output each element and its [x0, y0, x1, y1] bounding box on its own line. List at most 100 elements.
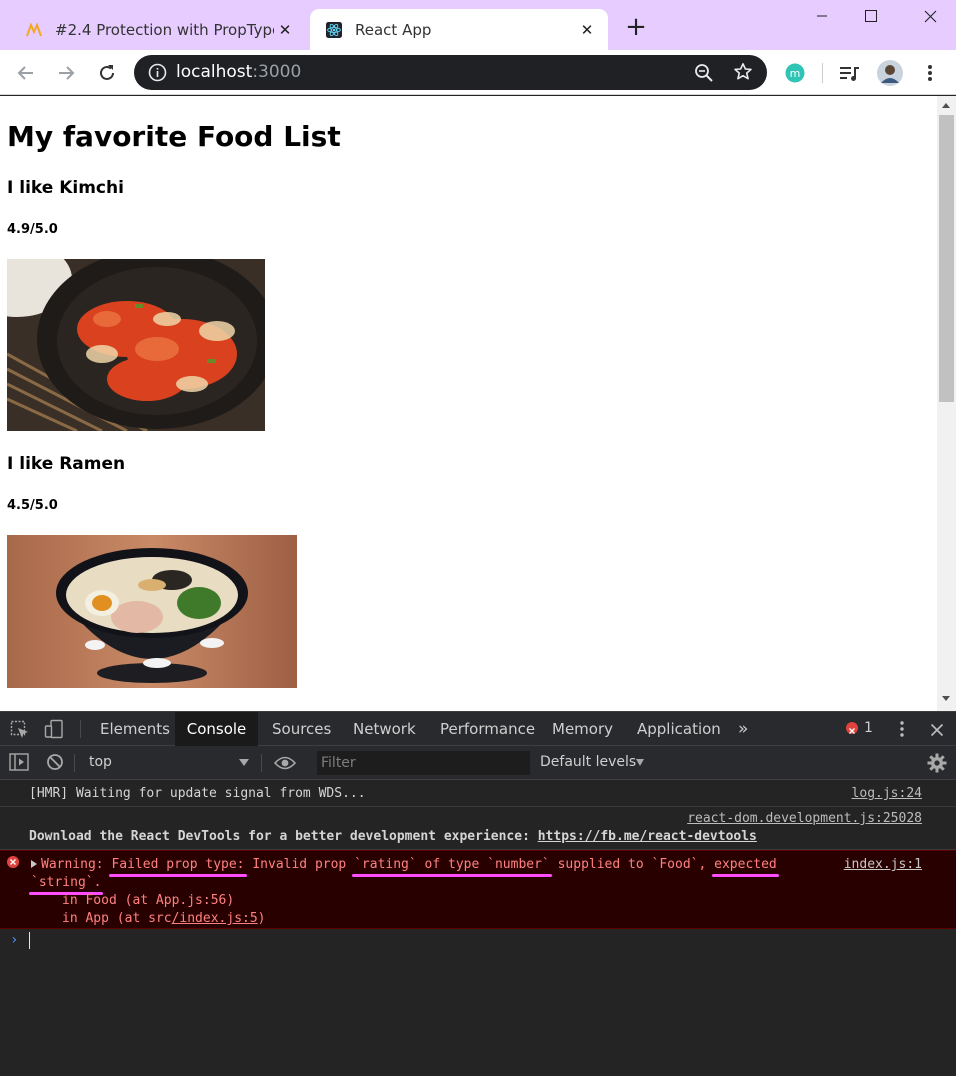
devtools-tab-bar: Elements Console Sources Network Perform… — [0, 712, 956, 746]
error-text-line1: Warning: Failed prop type: Invalid prop … — [41, 857, 777, 872]
back-button[interactable] — [12, 59, 40, 87]
close-icon[interactable]: ✕ — [274, 19, 296, 41]
scrollbar-thumb[interactable] — [939, 115, 954, 402]
tab-divider — [80, 720, 81, 738]
tab-sources[interactable]: Sources — [272, 712, 331, 746]
tab-performance[interactable]: Performance — [440, 712, 535, 746]
new-tab-button[interactable]: + — [622, 14, 650, 42]
kebab-menu-icon — [928, 65, 932, 81]
scroll-up-arrow[interactable] — [942, 103, 950, 108]
svg-text:m: m — [790, 67, 801, 80]
maximize-icon — [865, 10, 877, 22]
reload-button[interactable] — [93, 59, 121, 87]
console-input-caret[interactable] — [29, 932, 30, 949]
source-link[interactable]: react-dom.development.js:25028 — [687, 811, 922, 826]
chevron-down-icon — [239, 759, 249, 766]
close-icon[interactable] — [930, 722, 944, 741]
kimchi-image — [7, 259, 265, 431]
avatar-icon — [877, 60, 903, 86]
expand-arrow-icon[interactable] — [31, 860, 37, 868]
page-scrollbar[interactable] — [937, 96, 956, 711]
highlight-expected: expected — [714, 857, 777, 872]
tab-memory[interactable]: Memory — [552, 712, 613, 746]
arrow-right-icon — [59, 66, 75, 80]
console-toolbar: top Default levels — [0, 746, 956, 780]
food-name: I like Kimchi — [7, 178, 124, 198]
scroll-down-arrow[interactable] — [942, 696, 950, 701]
profile-avatar[interactable] — [876, 59, 904, 87]
highlight-string: `string`. — [31, 875, 102, 890]
toolbar-divider — [822, 63, 823, 83]
playlist-icon — [840, 67, 859, 81]
gear-icon[interactable] — [927, 753, 947, 777]
toolbar-divider — [261, 754, 262, 772]
extension-m-icon: m — [785, 63, 805, 83]
tab-network[interactable]: Network — [353, 712, 416, 746]
filter-input[interactable] — [317, 751, 530, 775]
context-selector[interactable]: top — [89, 753, 251, 773]
chevron-down-icon — [636, 759, 644, 766]
error-text-line2: `string`. — [31, 875, 101, 890]
url-text[interactable]: localhost:3000 — [176, 62, 301, 82]
info-icon[interactable] — [148, 63, 167, 86]
clear-console-icon[interactable] — [46, 753, 64, 775]
toolbar-divider — [74, 754, 75, 772]
close-icon[interactable]: ✕ — [576, 19, 598, 41]
devtools-menu-icon[interactable] — [895, 720, 909, 742]
console-message-text: Download the React DevTools for a better… — [29, 829, 757, 844]
react-logo-icon — [326, 21, 342, 38]
forward-button[interactable] — [52, 59, 80, 87]
tab-react-app[interactable]: React App ✕ — [310, 9, 608, 50]
stack-trace-line: in Food (at App.js:56) — [62, 893, 235, 908]
tab-console[interactable]: Console — [175, 712, 258, 746]
tab-protection-proptypes[interactable]: #2.4 Protection with PropTypes ✕ — [10, 9, 306, 50]
tab-title: React App — [355, 20, 432, 39]
minimize-icon — [817, 15, 827, 17]
browser-menu-button[interactable] — [916, 59, 944, 87]
warning-text: Invalid prop — [244, 857, 355, 872]
source-link[interactable]: index.js:1 — [844, 857, 922, 872]
warning-text: supplied to `Food`, — [549, 857, 715, 872]
more-tabs-button[interactable]: » — [738, 712, 748, 746]
tab-application[interactable]: Application — [637, 712, 721, 746]
error-count[interactable]: 1 — [864, 720, 873, 736]
page-title: My favorite Food List — [7, 120, 341, 153]
extension-button[interactable]: m — [781, 59, 809, 87]
close-icon — [924, 10, 936, 22]
url-port: :3000 — [252, 62, 302, 82]
page-viewport: My favorite Food List I like Kimchi 4.9/… — [0, 96, 937, 711]
live-expression-eye-icon[interactable] — [273, 755, 297, 775]
stack-text: in App (at src — [62, 911, 172, 926]
tab-title: #2.4 Protection with PropTypes — [55, 20, 274, 39]
bookmark-star-icon[interactable] — [733, 62, 753, 86]
console-message-devtools: react-dom.development.js:25028 Download … — [0, 807, 956, 850]
stack-trace-line: in App (at src/index.js:5) — [62, 911, 266, 926]
react-devtools-link[interactable]: https://fb.me/react-devtools — [538, 829, 757, 844]
console-prompt-icon: › — [10, 932, 19, 948]
minimize-button[interactable] — [798, 0, 846, 32]
ramen-image — [7, 535, 297, 688]
food-rating: 4.9/5.0 — [7, 222, 58, 237]
zoom-icon[interactable] — [694, 63, 714, 87]
message-text: Download the React DevTools for a better… — [29, 829, 538, 844]
warning-prefix: Warning: — [41, 857, 112, 872]
console-message-text: [HMR] Waiting for update signal from WDS… — [29, 786, 366, 801]
inspect-element-icon[interactable] — [10, 720, 30, 744]
context-value: top — [89, 754, 112, 770]
stack-source-link[interactable]: /index.js:5 — [172, 911, 258, 926]
console-sidebar-icon[interactable] — [9, 753, 29, 775]
tab-elements[interactable]: Elements — [100, 712, 170, 746]
url-host: localhost — [176, 62, 253, 82]
console-output: [HMR] Waiting for update signal from WDS… — [0, 780, 956, 1076]
devtools-panel: Elements Console Sources Network Perform… — [0, 711, 956, 1076]
address-bar[interactable]: localhost:3000 — [134, 55, 767, 90]
error-count-icon — [846, 722, 858, 734]
maximize-button[interactable] — [847, 0, 895, 32]
device-toolbar-icon[interactable] — [44, 719, 64, 743]
window-close-button[interactable] — [906, 0, 954, 32]
log-levels-dropdown[interactable]: Default levels — [540, 753, 650, 773]
arrow-left-icon — [17, 66, 33, 80]
log-levels-label: Default levels — [540, 754, 637, 770]
source-link[interactable]: log.js:24 — [852, 786, 922, 801]
media-control-button[interactable] — [836, 59, 864, 87]
